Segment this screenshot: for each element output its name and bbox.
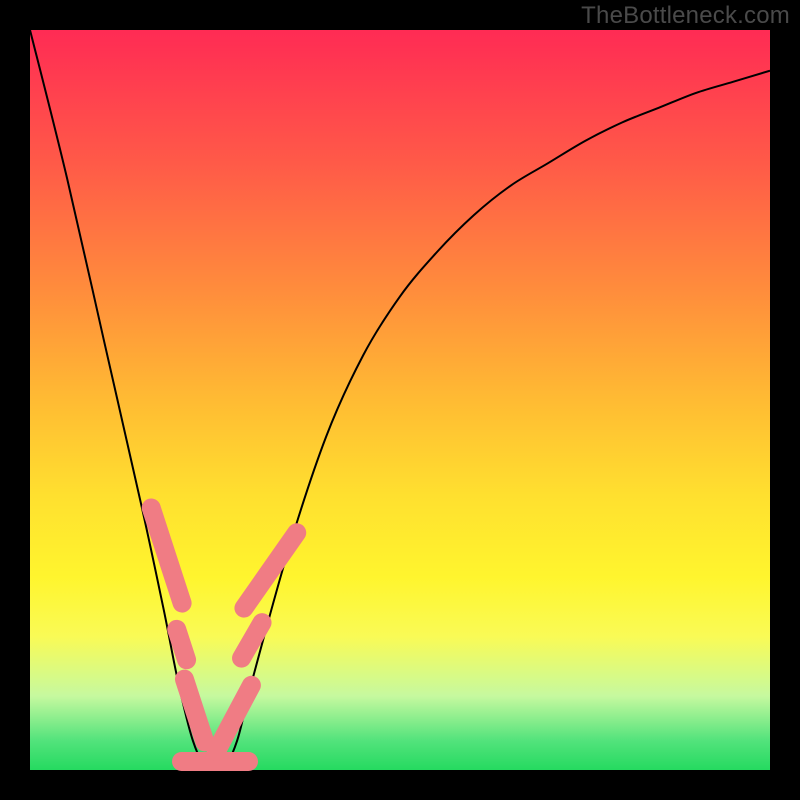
watermark-text: TheBottleneck.com bbox=[581, 2, 790, 30]
curve-svg bbox=[30, 30, 770, 770]
plot-area bbox=[30, 30, 770, 770]
bottleneck-chart-frame: TheBottleneck.com bbox=[0, 0, 800, 800]
bottleneck-curve bbox=[30, 30, 770, 770]
